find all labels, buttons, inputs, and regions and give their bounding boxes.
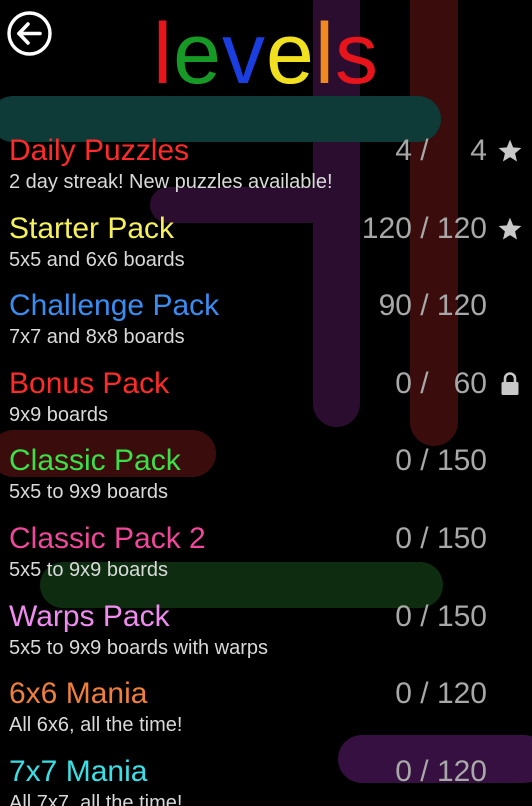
title-letter: s (334, 6, 379, 102)
pack-description: 5x5 to 9x9 boards (9, 558, 168, 581)
pack-name: 6x6 Mania (9, 677, 148, 711)
pack-list: Daily Puzzles 2 day streak! New puzzles a… (0, 127, 532, 806)
pack-name: Bonus Pack (9, 366, 170, 400)
pack-row[interactable]: 7x7 Mania All 7x7, all the time! 0 / 120 (0, 748, 532, 806)
pack-description: All 7x7, all the time! (9, 791, 183, 806)
levels-screen: levels Daily Puzzles 2 day streak! New pu… (0, 0, 532, 806)
pack-progress: 0 / 120 (395, 677, 487, 711)
pack-name: Classic Pack (9, 444, 181, 478)
pack-name: Daily Puzzles (9, 134, 190, 167)
title-letter: v (222, 6, 266, 102)
pack-description: 2 day streak! New puzzles available! (9, 171, 333, 193)
pack-row[interactable]: Daily Puzzles 2 day streak! New puzzles a… (0, 127, 532, 205)
title-letter: e (173, 6, 222, 102)
title-letter: e (266, 6, 315, 102)
pack-progress: 0 / 150 (395, 521, 487, 555)
pack-name: Classic Pack 2 (9, 521, 206, 555)
pack-name: Starter Pack (9, 211, 175, 245)
title-letter: l (314, 6, 335, 102)
pack-name: 7x7 Mania (9, 754, 148, 788)
pack-description: 5x5 to 9x9 boards (9, 481, 168, 504)
pack-row[interactable]: Bonus Pack 9x9 boards 0 / 60 (0, 360, 532, 438)
pack-progress: 0 / 120 (395, 754, 487, 788)
lock-icon (496, 368, 524, 400)
pack-progress: 4 / 4 (395, 134, 487, 167)
pack-name: Challenge Pack (9, 289, 220, 323)
star-icon (496, 213, 524, 245)
pack-description: All 6x6, all the time! (9, 714, 183, 737)
pack-row[interactable]: 6x6 Mania All 6x6, all the time! 0 / 120 (0, 670, 532, 748)
pack-progress: 120 / 120 (361, 211, 487, 245)
pack-progress: 0 / 60 (395, 366, 487, 400)
pack-row[interactable]: Classic Pack 5x5 to 9x9 boards 0 / 150 (0, 437, 532, 515)
pack-progress: 0 / 150 (395, 599, 487, 633)
pack-row[interactable]: Challenge Pack 7x7 and 8x8 boards 90 / 120 (0, 282, 532, 360)
page-title: levels (0, 4, 532, 104)
pack-row[interactable]: Warps Pack 5x5 to 9x9 boards with warps 0 … (0, 593, 532, 671)
title-letter: l (153, 6, 174, 102)
pack-name: Warps Pack (9, 599, 170, 633)
pack-progress: 0 / 150 (395, 444, 487, 478)
pack-description: 5x5 and 6x6 boards (9, 248, 185, 271)
pack-description: 5x5 to 9x9 boards with warps (9, 636, 269, 659)
pack-description: 7x7 and 8x8 boards (9, 326, 185, 349)
pack-row[interactable]: Classic Pack 2 5x5 to 9x9 boards 0 / 150 (0, 515, 532, 593)
pack-row[interactable]: Starter Pack 5x5 and 6x6 boards 120 / 120 (0, 205, 532, 283)
pack-description: 9x9 boards (9, 403, 108, 426)
star-icon (496, 135, 524, 167)
pack-progress: 90 / 120 (378, 289, 487, 323)
